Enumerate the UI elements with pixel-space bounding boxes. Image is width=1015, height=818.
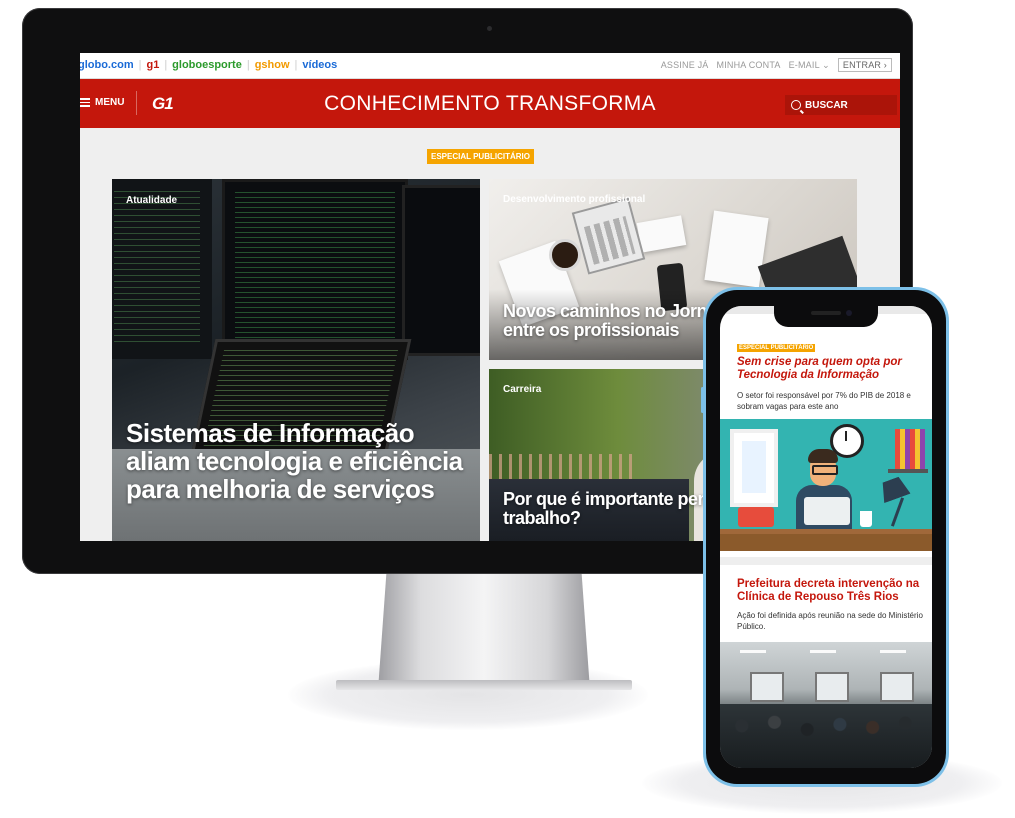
calculator-photo	[571, 197, 646, 275]
search-icon	[791, 100, 801, 110]
article-title[interactable]: Sem crise para quem opta por Tecnologia …	[737, 356, 921, 382]
separator: |	[246, 59, 250, 71]
webcam-dot	[487, 26, 492, 31]
account-links: ASSINE JÁ MINHA CONTA E-MAIL ⌄ ENTRAR ›	[661, 58, 892, 72]
especial-badge: ESPECIAL PUBLICITÁRIO	[737, 344, 816, 352]
email-dropdown[interactable]: E-MAIL ⌄	[789, 60, 830, 71]
article-title[interactable]: Prefeitura decreta intervenção na Clínic…	[737, 578, 927, 604]
section-headline: CONHECIMENTO TRANSFORMA	[324, 92, 656, 115]
clipboard-photo	[704, 210, 769, 288]
meeting-photo[interactable]	[720, 642, 932, 768]
separator: |	[294, 59, 298, 71]
monitor-photo-left	[112, 179, 212, 359]
smartphone: ESPECIAL PUBLICITÁRIO Sem crise para que…	[701, 287, 949, 787]
g1-header: MENU G1 CONHECIMENTO TRANSFORMA BUSCAR	[80, 79, 900, 128]
card-title[interactable]: Sistemas de Informação aliam tecnologia …	[126, 419, 471, 503]
separator: |	[164, 59, 168, 71]
especial-badge: ESPECIAL PUBLICITÁRIO	[427, 149, 534, 164]
radio-icon	[738, 507, 774, 527]
search-button[interactable]: BUSCAR	[785, 95, 897, 115]
globo-top-strip: globo.com | g1 | globoesporte | gshow | …	[80, 53, 900, 79]
login-button[interactable]: ENTRAR ›	[837, 58, 892, 72]
monitor-photo-center	[222, 179, 408, 360]
phone-bezel: ESPECIAL PUBLICITÁRIO Sem crise para que…	[706, 290, 946, 784]
laptop-icon	[804, 497, 850, 525]
monitor-stand	[378, 572, 590, 690]
article-summary: O setor foi responsável por 7% do PIB de…	[737, 391, 911, 411]
link-globoesporte[interactable]: globoesporte	[172, 59, 242, 71]
card-category: Carreira	[503, 384, 542, 395]
link-videos[interactable]: vídeos	[302, 59, 337, 71]
monitor-stand-base	[336, 680, 632, 690]
link-globo[interactable]: globo.com	[80, 59, 134, 71]
phone-volume-button	[701, 387, 704, 413]
card-category: Atualidade	[126, 195, 178, 206]
my-account-link[interactable]: MINHA CONTA	[717, 60, 781, 70]
office-illustration[interactable]	[720, 419, 932, 551]
cup-icon	[860, 511, 872, 527]
link-g1[interactable]: g1	[146, 59, 159, 71]
link-gshow[interactable]: gshow	[255, 59, 290, 71]
coffee-mug-photo	[549, 239, 581, 271]
network-links: globo.com | g1 | globoesporte | gshow | …	[80, 59, 337, 71]
separator: |	[138, 59, 142, 71]
article-card-main[interactable]: Atualidade Sistemas de Informação aliam …	[112, 179, 480, 541]
note-photo	[636, 215, 687, 253]
article-divider	[720, 557, 932, 565]
monitor-photo-right	[402, 185, 480, 356]
search-label: BUSCAR	[805, 99, 848, 111]
article-summary: Ação foi definida após reunião na sede d…	[737, 611, 923, 631]
phone-notch	[774, 305, 878, 327]
card-category: Desenvolvimento profissional	[503, 194, 646, 205]
phone-screen: ESPECIAL PUBLICITÁRIO Sem crise para que…	[720, 306, 932, 768]
subscribe-link[interactable]: ASSINE JÁ	[661, 60, 709, 70]
